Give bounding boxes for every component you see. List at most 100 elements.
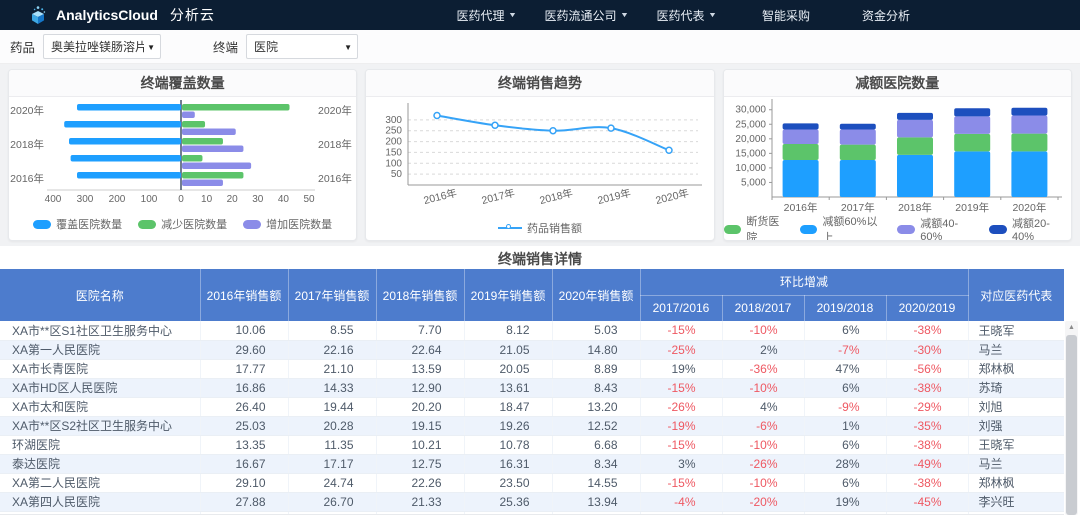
- legend-label: 增加医院数量: [266, 219, 333, 231]
- svg-text:50: 50: [303, 194, 315, 205]
- sales-value: 7.70: [376, 321, 465, 341]
- svg-text:400: 400: [45, 194, 62, 205]
- nav-item-label: 资金分析: [861, 8, 910, 23]
- nav-item-4[interactable]: 智能采购: [736, 7, 836, 24]
- sales-value: 24.74: [288, 473, 377, 493]
- legend-item[interactable]: 增加医院数量: [243, 216, 332, 232]
- pct-value: -4%: [640, 492, 723, 512]
- hospital-name: XA市太和医院: [0, 397, 201, 417]
- sales-value: 21.10: [288, 359, 377, 379]
- sales-value: 13.59: [376, 359, 465, 379]
- nav-item-1[interactable]: 医药代理 ▼: [436, 7, 536, 24]
- table-row[interactable]: XA第一人民医院 29.60 22.16 22.64 21.05 14.80 -25% 2% -…: [0, 340, 1064, 360]
- sales-value: 29.60: [200, 340, 289, 360]
- caret-down-icon: ▼: [344, 43, 353, 52]
- svg-text:25,000: 25,000: [735, 119, 766, 130]
- table-row[interactable]: 环湖医院 13.35 11.35 10.21 10.78 6.68 -15% -10% 6% -3…: [0, 435, 1064, 455]
- legend-label: 断货医院: [746, 216, 780, 241]
- pct-value: 4%: [722, 397, 805, 417]
- pct-value: 2%: [722, 340, 805, 360]
- sales-value: 13.94: [552, 492, 641, 512]
- caret-down-icon: ▼: [147, 43, 156, 52]
- svg-text:30,000: 30,000: [735, 105, 766, 116]
- legend-item[interactable]: 减少医院数量: [138, 216, 227, 232]
- sales-value: 16.31: [464, 454, 553, 474]
- nav-item-2[interactable]: 医药流通公司 ▼: [536, 7, 636, 24]
- pct-value: -45%: [886, 492, 969, 512]
- pct-value: -6%: [722, 416, 805, 436]
- hospital-name: XA第四人民医院: [0, 492, 201, 512]
- svg-text:50: 50: [391, 169, 403, 180]
- sales-value: 29.10: [200, 473, 289, 493]
- legend-item[interactable]: 减额40-60%: [897, 215, 979, 241]
- legend-marker: [897, 224, 916, 234]
- nav-item-label: 医药代表: [656, 8, 705, 23]
- sales-value: 12.52: [552, 416, 641, 436]
- pct-value: -25%: [640, 340, 723, 360]
- table-row[interactable]: 泰达医院 16.67 17.17 12.75 16.31 8.34 3% -26% 28% -49…: [0, 454, 1064, 474]
- drug-select[interactable]: 奥美拉唑镁肠溶片70m ▼: [43, 34, 162, 59]
- table-row[interactable]: XA市**区S2社区卫生服务中心 25.03 20.28 19.15 19.26 12.5…: [0, 416, 1064, 436]
- nav-item-3[interactable]: 医药代表 ▼: [636, 7, 736, 24]
- pct-value: -38%: [886, 473, 969, 493]
- pct-value: -38%: [886, 435, 969, 455]
- table-row[interactable]: XA市HD区人民医院 16.86 14.33 12.90 13.61 8.43 -15% -1…: [0, 378, 1064, 398]
- hospital-name: 泰达医院: [0, 454, 201, 474]
- svg-text:40: 40: [278, 194, 290, 205]
- sales-value: 13.20: [552, 397, 641, 417]
- sales-value: 12.75: [376, 454, 465, 474]
- legend-item[interactable]: 断货医院: [723, 213, 790, 241]
- filter-bar: 药品 奥美拉唑镁肠溶片70m ▼ 终端 医院 ▼: [0, 30, 1080, 64]
- pct-value: -9%: [804, 397, 887, 417]
- pct-value: 3%: [640, 454, 723, 474]
- svg-text:2018年: 2018年: [538, 186, 574, 207]
- sales-value: 20.20: [376, 397, 465, 417]
- legend-item[interactable]: 药品销售额: [497, 220, 582, 236]
- svg-text:2020年: 2020年: [10, 104, 44, 117]
- pct-value: 6%: [804, 321, 887, 341]
- table-row[interactable]: XA第四人民医院 27.88 26.70 21.33 25.36 13.94 -4% -20%…: [0, 492, 1064, 512]
- legend-marker: [33, 219, 52, 229]
- sales-value: 17.17: [288, 454, 377, 474]
- legend-label: 减少医院数量: [161, 219, 228, 231]
- sales-value: 19.26: [464, 416, 553, 436]
- svg-text:10,000: 10,000: [735, 163, 766, 174]
- table-row[interactable]: XA市太和医院 26.40 19.44 20.20 18.47 13.20 -26% 4% -9…: [0, 397, 1064, 417]
- col-header: 2020年销售额: [552, 269, 641, 321]
- pct-value: -10%: [722, 378, 805, 398]
- table-row[interactable]: XA第二人民医院 29.10 24.74 22.26 23.50 14.55 -15% -10…: [0, 473, 1064, 493]
- pct-value: -38%: [886, 378, 969, 398]
- sales-value: 21.05: [464, 340, 553, 360]
- svg-text:200: 200: [386, 137, 403, 148]
- sales-detail-section: 终端销售详情 医院名称 2016年销售额 2017年销售额 2018年销售额 2019年…: [0, 246, 1080, 515]
- col-header: 2016年销售额: [200, 269, 289, 321]
- scrollbar-thumb[interactable]: [1066, 335, 1077, 515]
- nav-item-label: 智能采购: [761, 8, 810, 23]
- brand-logo-icon: [32, 6, 46, 24]
- sales-value: 14.55: [552, 473, 641, 493]
- svg-text:2017年: 2017年: [480, 186, 516, 207]
- svg-text:20,000: 20,000: [735, 134, 766, 145]
- terminal-select-value: 医院: [254, 40, 279, 54]
- legend-item[interactable]: 减额20-40%: [989, 215, 1071, 240]
- pct-value: -26%: [640, 397, 723, 417]
- sales-value: 16.86: [200, 378, 289, 398]
- vertical-scrollbar[interactable]: ▲: [1065, 321, 1078, 515]
- terminal-select[interactable]: 医院 ▼: [246, 34, 359, 59]
- pct-value: -7%: [804, 340, 887, 360]
- pct-value: 6%: [804, 435, 887, 455]
- table-row[interactable]: XA市**区S1社区卫生服务中心 10.06 8.55 7.70 8.12 5.03 -15…: [0, 321, 1064, 341]
- legend-label: 减额40-60%: [920, 218, 959, 241]
- table-row[interactable]: XA市长青医院 17.77 21.10 13.59 20.05 8.89 19% -36% 47…: [0, 359, 1064, 379]
- legend-item[interactable]: 覆盖医院数量: [33, 216, 122, 232]
- scroll-up-icon[interactable]: ▲: [1065, 321, 1078, 334]
- legend-item[interactable]: 减额60%以上: [799, 213, 888, 240]
- svg-text:200: 200: [109, 194, 126, 205]
- svg-text:2020年: 2020年: [654, 186, 690, 207]
- sales-value: 22.16: [288, 340, 377, 360]
- nav-item-5[interactable]: 资金分析: [836, 7, 936, 24]
- pct-value: -29%: [886, 397, 969, 417]
- brand: AnalyticsCloud 分析云: [28, 5, 215, 25]
- chevron-down-icon: ▼: [707, 11, 717, 19]
- pct-value: -10%: [722, 321, 805, 341]
